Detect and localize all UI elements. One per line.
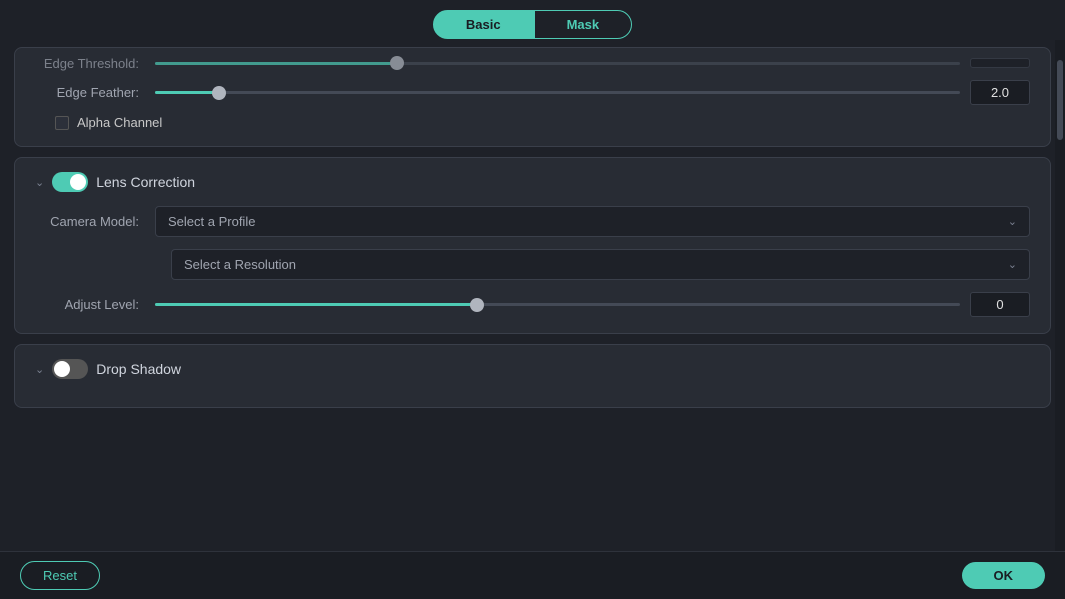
- adjust-level-slider-container: [155, 295, 960, 315]
- adjust-level-value[interactable]: 0: [970, 292, 1030, 317]
- adjust-level-track[interactable]: [155, 303, 960, 306]
- camera-model-label: Camera Model:: [35, 214, 155, 229]
- edge-threshold-label: Edge Threshold:: [35, 56, 155, 71]
- edge-feather-track[interactable]: [155, 91, 960, 94]
- edge-feather-label: Edge Feather:: [35, 85, 155, 100]
- camera-model-selected: Select a Profile: [168, 214, 255, 229]
- resolution-arrow: ⌄: [1008, 258, 1017, 271]
- resolution-selected: Select a Resolution: [184, 257, 296, 272]
- lens-correction-toggle[interactable]: [52, 172, 88, 192]
- adjust-level-label: Adjust Level:: [35, 297, 155, 312]
- drop-shadow-chevron[interactable]: ⌄: [35, 363, 44, 376]
- tab-basic[interactable]: Basic: [433, 10, 534, 39]
- lens-correction-panel: ⌄ Lens Correction Camera Model: Select a…: [14, 157, 1051, 334]
- scrollbar[interactable]: [1055, 40, 1065, 551]
- camera-model-dropdown[interactable]: Select a Profile ⌄: [155, 206, 1030, 237]
- camera-model-dropdown-wrapper: Select a Profile ⌄: [155, 206, 1030, 237]
- alpha-channel-checkbox[interactable]: [55, 116, 69, 130]
- adjust-level-fill: [155, 303, 477, 306]
- edge-panel: Edge Threshold: Edge Feather: 2.0: [14, 47, 1051, 147]
- adjust-level-thumb[interactable]: [470, 298, 484, 312]
- alpha-channel-label: Alpha Channel: [77, 115, 162, 130]
- lens-correction-toggle-thumb: [70, 174, 86, 190]
- tab-mask[interactable]: Mask: [534, 10, 633, 39]
- edge-threshold-track[interactable]: [155, 62, 960, 65]
- lens-correction-title: Lens Correction: [96, 174, 195, 190]
- adjust-level-row: Adjust Level: 0: [35, 292, 1030, 317]
- edge-threshold-thumb[interactable]: [390, 56, 404, 70]
- edge-threshold-value[interactable]: [970, 58, 1030, 68]
- camera-model-row: Camera Model: Select a Profile ⌄: [35, 206, 1030, 237]
- lens-correction-chevron[interactable]: ⌄: [35, 176, 44, 189]
- edge-threshold-fill: [155, 62, 397, 65]
- edge-feather-value[interactable]: 2.0: [970, 80, 1030, 105]
- alpha-channel-row: Alpha Channel: [35, 115, 1030, 130]
- reset-button[interactable]: Reset: [20, 561, 100, 590]
- drop-shadow-toggle-thumb: [54, 361, 70, 377]
- lens-correction-header: ⌄ Lens Correction: [35, 172, 1030, 192]
- edge-feather-slider-container: [155, 83, 960, 103]
- camera-model-arrow: ⌄: [1008, 215, 1017, 228]
- resolution-dropdown-wrapper: Select a Resolution ⌄: [171, 249, 1030, 280]
- resolution-row: Select a Resolution ⌄: [35, 249, 1030, 280]
- drop-shadow-header: ⌄ Drop Shadow: [35, 359, 1030, 379]
- edge-feather-row: Edge Feather: 2.0: [35, 80, 1030, 105]
- edge-feather-thumb[interactable]: [212, 86, 226, 100]
- edge-threshold-slider-container: [155, 54, 960, 72]
- drop-shadow-toggle[interactable]: [52, 359, 88, 379]
- drop-shadow-title: Drop Shadow: [96, 361, 181, 377]
- edge-feather-fill: [155, 91, 219, 94]
- scrollbar-thumb: [1057, 60, 1063, 140]
- bottom-bar: Reset OK: [0, 551, 1065, 599]
- ok-button[interactable]: OK: [962, 562, 1046, 589]
- drop-shadow-panel: ⌄ Drop Shadow: [14, 344, 1051, 408]
- resolution-dropdown[interactable]: Select a Resolution ⌄: [171, 249, 1030, 280]
